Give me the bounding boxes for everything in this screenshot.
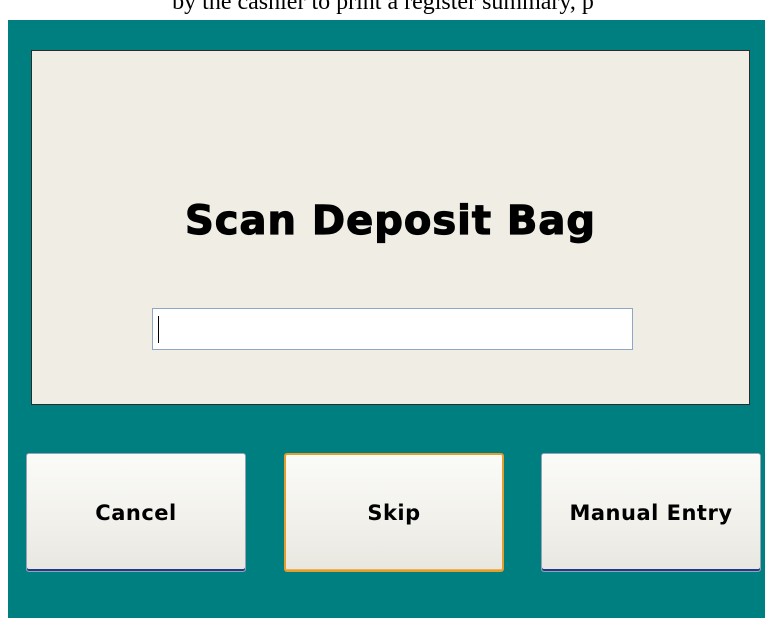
prompt-title: Scan Deposit Bag [184, 197, 597, 244]
manual-entry-button[interactable]: Manual Entry [541, 453, 761, 572]
skip-button-label: Skip [367, 500, 421, 525]
text-caret [158, 316, 159, 343]
deposit-bag-input[interactable] [152, 308, 633, 350]
document-text-line: by the cashier to print a register summa… [172, 0, 594, 15]
deposit-dialog-window: Scan Deposit Bag Cancel Skip Manual Entr… [8, 20, 765, 618]
cancel-button[interactable]: Cancel [26, 453, 246, 572]
manual-entry-button-label: Manual Entry [569, 500, 733, 525]
prompt-panel: Scan Deposit Bag [31, 50, 750, 405]
document-text-strip: by the cashier to print a register summa… [0, 0, 766, 20]
skip-button[interactable]: Skip [284, 453, 504, 572]
screenshot-page: by the cashier to print a register summa… [0, 0, 766, 618]
cancel-button-label: Cancel [95, 500, 177, 525]
